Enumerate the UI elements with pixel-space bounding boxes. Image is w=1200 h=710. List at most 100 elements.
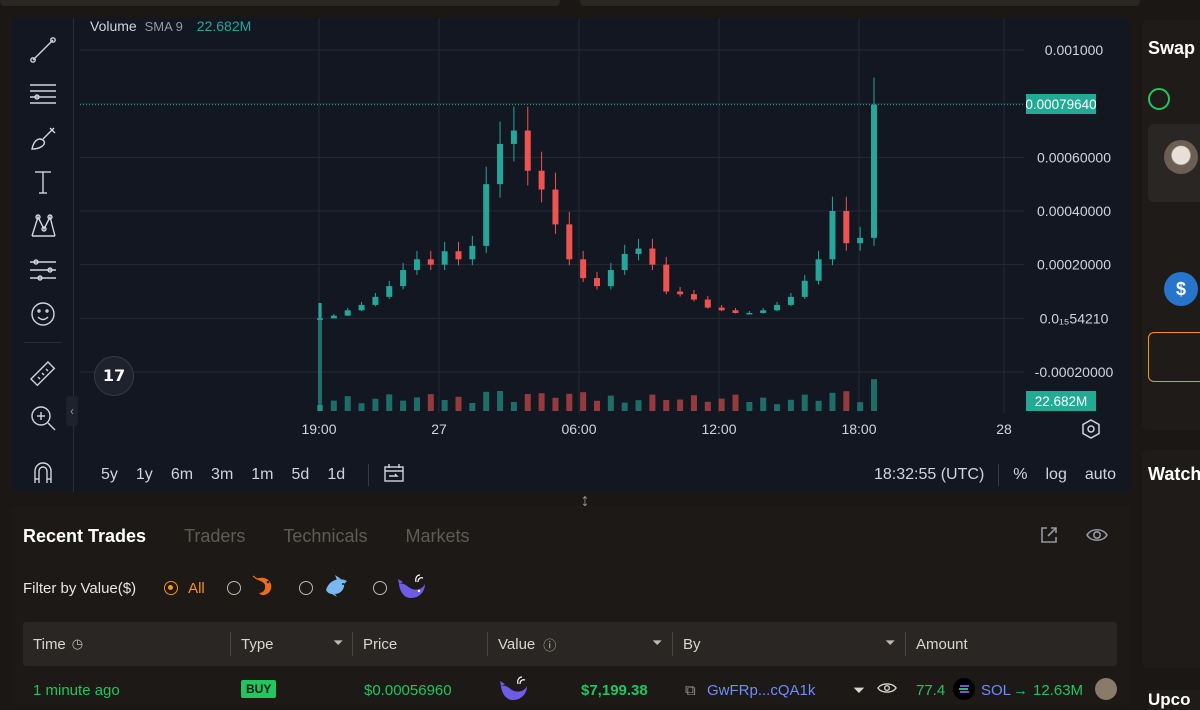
log-scale-toggle[interactable]: log (1046, 466, 1067, 484)
tab-recent-trades[interactable]: Recent Trades (23, 526, 146, 547)
volume-sma-label: SMA 9 (144, 19, 183, 34)
time-axis-label: 27 (431, 421, 447, 437)
whale-icon (498, 674, 530, 706)
candle-body (732, 310, 739, 313)
tab-traders[interactable]: Traders (184, 526, 245, 547)
tab-technicals[interactable]: Technicals (283, 526, 367, 547)
date-range-icon[interactable] (383, 463, 405, 488)
volume-bar (469, 403, 476, 411)
utc-clock[interactable]: 18:32:55 (UTC) (874, 466, 984, 484)
eye-icon[interactable] (1086, 524, 1108, 551)
filter-dolphin-radio[interactable] (298, 581, 313, 595)
brush-icon[interactable] (24, 120, 62, 156)
arrow-icon: → (1013, 682, 1028, 699)
timeframe-1m[interactable]: 1m (242, 466, 282, 484)
col-time[interactable]: Time ◷ (23, 622, 231, 666)
col-price[interactable]: Price (353, 622, 488, 666)
col-amount[interactable]: Amount (906, 622, 1117, 666)
timeframe-5d[interactable]: 5d (283, 466, 319, 484)
panel-actions (1038, 524, 1108, 551)
volume-bar (538, 393, 545, 411)
right-sidebar: Swap $ Watch Upco (1142, 20, 1200, 710)
volume-bar (704, 401, 711, 411)
token-avatar (1095, 678, 1117, 700)
percent-scale-toggle[interactable]: % (1013, 466, 1027, 484)
price-axis-label: -0.00020000 (1035, 364, 1114, 380)
top-strip (0, 0, 1200, 8)
filter-icon[interactable]: ⏷ (333, 635, 343, 651)
timeframe-3m[interactable]: 3m (202, 466, 242, 484)
volume-bar (649, 394, 656, 411)
status-ring-icon (1148, 88, 1170, 110)
auto-scale-toggle[interactable]: auto (1085, 466, 1116, 484)
candle-body (704, 299, 711, 308)
emoji-icon[interactable] (24, 296, 62, 332)
ruler-icon[interactable] (24, 356, 62, 392)
filter-icon[interactable]: ⏷ (853, 682, 865, 699)
trader-address[interactable]: GwFRp...cQA1k (707, 682, 815, 699)
timebar-divider (998, 464, 1000, 486)
col-by[interactable]: By ⏷ (673, 622, 906, 666)
timeframe-6m[interactable]: 6m (162, 466, 202, 484)
tab-markets[interactable]: Markets (405, 526, 469, 547)
timeframe-5y[interactable]: 5y (92, 466, 127, 484)
candle-body (483, 184, 490, 246)
volume-bar (413, 397, 420, 411)
fib-icon[interactable] (24, 252, 62, 288)
filter-icon[interactable]: ⏷ (652, 635, 662, 651)
filter-whale-option[interactable] (372, 572, 427, 604)
swap-input-box[interactable] (1148, 332, 1200, 382)
candle-body (774, 304, 781, 311)
filter-all-radio[interactable] (164, 581, 179, 595)
eye-icon[interactable] (877, 680, 897, 700)
filter-all-option[interactable]: All (164, 580, 205, 597)
trades-tabs: Recent Trades Traders Technicals Markets (23, 526, 507, 547)
filter-shrimp-radio[interactable] (226, 581, 241, 595)
price-axis-label: 0.00040000 (1037, 203, 1111, 219)
timeframe-1d[interactable]: 1d (318, 466, 354, 484)
tradingview-logo[interactable]: 𝟭𝟳 (94, 356, 134, 396)
col-type[interactable]: Type ⏷ (231, 622, 353, 666)
top-strip-seg (0, 0, 560, 6)
candle-body (718, 307, 725, 311)
volume-bar (607, 395, 614, 411)
col-price-label: Price (363, 635, 398, 653)
filter-dolphin-option[interactable] (298, 573, 351, 603)
trendline-icon[interactable] (24, 32, 62, 68)
price-chart[interactable]: 0.001000 0.00060000 0.00040000 0.00020000 0.… (74, 18, 1130, 492)
trade-amount-sol: 77.4 (916, 682, 946, 699)
external-link-icon[interactable] (1038, 524, 1060, 551)
copy-icon[interactable]: ⧉ (685, 682, 696, 699)
volume-legend: Volume SMA 9 22.682M (90, 18, 251, 34)
table-row[interactable]: 1 minute ago BUY $0.00056960 $7,199.38 ⧉… (23, 674, 1117, 708)
candle-body (413, 259, 420, 271)
filter-icon[interactable]: ⏷ (885, 635, 895, 651)
filter-shrimp-option[interactable] (226, 573, 277, 603)
chart-svg: 0.001000 0.00060000 0.00040000 0.00020000 0.… (80, 18, 1114, 437)
candle-body (441, 251, 448, 265)
swap-card: Swap $ (1142, 20, 1200, 430)
pattern-icon[interactable] (24, 208, 62, 244)
candle-body (690, 294, 697, 300)
usdc-icon: $ (1164, 272, 1198, 306)
filter-label: Filter by Value($) (23, 579, 137, 597)
volume-bar (621, 402, 628, 411)
zoom-icon[interactable] (24, 400, 62, 436)
magnet-icon[interactable] (24, 454, 62, 490)
candle-body (843, 211, 850, 244)
text-icon[interactable] (24, 164, 62, 200)
trades-table-header: Time ◷ Type ⏷ Price Value ⓘ ⏷ By ⏷ Amoun… (23, 622, 1117, 666)
col-amount-label: Amount (916, 635, 968, 653)
timeframe-1y[interactable]: 1y (127, 466, 162, 484)
filter-whale-radio[interactable] (372, 581, 387, 595)
clock-icon[interactable]: ◷ (72, 636, 83, 652)
horizontal-lines-icon[interactable] (24, 76, 62, 112)
candle-body (358, 304, 365, 311)
volume-bar (358, 403, 365, 411)
candle-body (344, 310, 351, 316)
time-axis-label: 12:00 (701, 421, 736, 437)
token-select-box[interactable] (1148, 124, 1200, 202)
col-value[interactable]: Value ⓘ ⏷ (488, 622, 673, 666)
info-icon[interactable]: ⓘ (543, 635, 556, 654)
candle-body (607, 270, 614, 287)
